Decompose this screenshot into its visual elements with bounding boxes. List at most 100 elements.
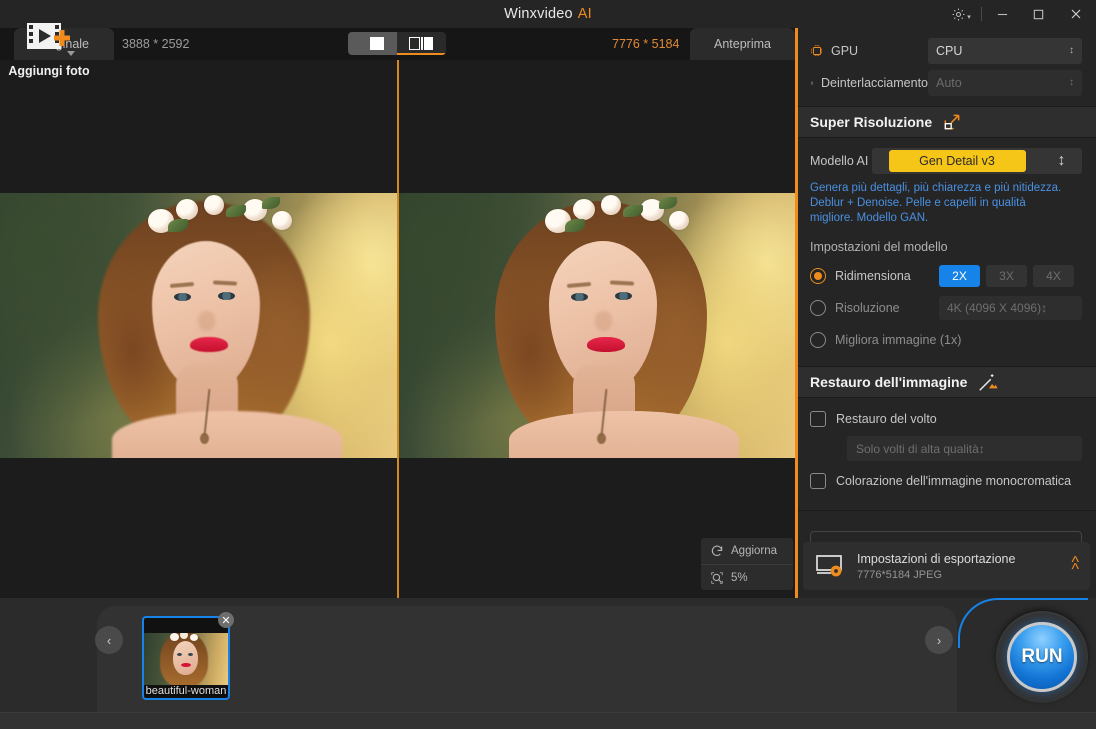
thumbnail-item[interactable]: beautiful-woman	[142, 616, 230, 700]
ai-model-row: Modello AI Gen Detail v3 ↕	[796, 148, 1096, 174]
lips-shape	[587, 337, 625, 352]
export-text-group: Impostazioni di esportazione 7776*5184 J…	[857, 552, 1015, 581]
colorize-row[interactable]: Colorazione dell'immagine monocromatica	[796, 466, 1096, 496]
zoom-level-label: 5%	[731, 572, 748, 584]
view-mode-toggle	[348, 32, 446, 55]
model-settings-label: Impostazioni del modello	[796, 226, 1096, 260]
scale-2x-button[interactable]: 2X	[939, 265, 980, 287]
chevron-updown-icon: ↕	[1058, 152, 1066, 170]
nose-shape	[198, 311, 215, 331]
colorize-label: Colorazione dell'immagine monocromatica	[836, 474, 1071, 488]
face-quality-value: Solo volti di alta qualità	[856, 442, 979, 456]
flower-icon	[272, 211, 292, 230]
checkbox-colorize[interactable]	[810, 473, 826, 489]
original-dimensions: 3888 * 2592	[122, 28, 189, 60]
refresh-button[interactable]: Aggiorna	[701, 538, 793, 564]
chevron-updown-icon: ↕	[1069, 78, 1074, 88]
resolution-value: 4K (4096 X 4096)	[947, 301, 1041, 315]
app-title-main: Winxvideo	[504, 6, 573, 22]
option-row-resolution[interactable]: Risoluzione 4K (4096 X 4096) ↕	[796, 292, 1096, 324]
app-window: WinxvideoAI ▾ Originale 3888	[0, 0, 1096, 729]
comparison-divider-handle[interactable]	[397, 60, 399, 598]
nose-shape	[595, 311, 612, 331]
export-subtitle: 7776*5184 JPEG	[857, 569, 1015, 581]
close-button[interactable]	[1056, 0, 1096, 28]
title-bar: Winxvideo AI ▾	[0, 0, 1096, 28]
radio-resize[interactable]	[810, 268, 826, 284]
preview-area[interactable]: Aggiorna 5%	[0, 60, 795, 598]
thumbnail-remove-button[interactable]: ✕	[218, 612, 234, 628]
refresh-icon	[710, 544, 724, 558]
image-restoration-header: Restauro dell'immagine	[796, 366, 1096, 398]
export-settings-card[interactable]: Impostazioni di esportazione 7776*5184 J…	[803, 542, 1090, 590]
option-row-enhance[interactable]: Migliora immagine (1x)	[796, 324, 1096, 356]
option-label-resize: Ridimensiona	[835, 269, 930, 283]
preview-image-canvas	[398, 193, 795, 458]
ai-model-label: Modello AI	[810, 154, 872, 168]
sidebar-accent-bar	[795, 28, 798, 598]
gpu-value: CPU	[936, 44, 962, 58]
add-photo-icon	[23, 18, 75, 58]
face-restore-label: Restauro del volto	[836, 412, 937, 426]
scale-3x-button[interactable]: 3X	[986, 265, 1027, 287]
view-mode-single-button[interactable]	[348, 32, 397, 55]
maximize-button[interactable]	[1020, 0, 1056, 28]
leaf-icon	[659, 197, 677, 209]
scale-segmented-control: 2X 3X 4X	[939, 265, 1074, 287]
hardware-section: GPU CPU ↕ Deinterlacciamento Auto	[796, 28, 1096, 106]
deinterlace-select[interactable]: Auto ↕	[928, 70, 1082, 96]
app-title-accent: AI	[578, 6, 592, 22]
chevron-updown-icon: ↕	[979, 442, 985, 456]
super-resolution-header: Super Risoluzione	[796, 106, 1096, 138]
gpu-row: GPU CPU ↕	[810, 38, 1082, 64]
checkbox-face-restore[interactable]	[810, 411, 826, 427]
split-view-icon	[409, 37, 435, 50]
radio-enhance[interactable]	[810, 332, 826, 348]
zoom-icon	[710, 571, 724, 585]
lips-shape	[190, 337, 228, 352]
upscale-icon	[942, 112, 962, 132]
run-button[interactable]: RUN	[1007, 622, 1077, 692]
strip-next-button[interactable]: ›	[925, 626, 953, 654]
zoom-level-button[interactable]: 5%	[701, 564, 793, 590]
settings-sidebar: GPU CPU ↕ Deinterlacciamento Auto	[795, 28, 1096, 598]
preview-dimensions: 7776 * 5184	[612, 28, 679, 60]
minimize-button[interactable]	[984, 0, 1020, 28]
gpu-label-group: GPU	[810, 44, 928, 58]
export-title: Impostazioni di esportazione	[857, 552, 1015, 566]
deinterlace-icon	[810, 76, 814, 90]
face-quality-select[interactable]: Solo volti di alta qualità ↕	[847, 436, 1082, 461]
preview-controls: Aggiorna 5%	[701, 538, 793, 590]
gpu-select[interactable]: CPU ↕	[928, 38, 1082, 64]
deinterlace-label-group: Deinterlacciamento	[810, 76, 928, 90]
add-photo-label: Aggiungi foto	[8, 64, 89, 78]
chevron-updown-icon: ↕	[1041, 301, 1047, 315]
resolution-select[interactable]: 4K (4096 X 4096) ↕	[939, 296, 1082, 320]
flower-icon	[573, 199, 595, 220]
scale-4x-button[interactable]: 4X	[1033, 265, 1074, 287]
flower-icon	[601, 195, 621, 215]
option-label-resolution: Risoluzione	[835, 301, 930, 315]
gear-icon[interactable]: ▾	[943, 0, 979, 28]
view-mode-split-button[interactable]	[397, 32, 446, 55]
face-restore-row[interactable]: Restauro del volto	[796, 404, 1096, 434]
magic-wand-icon	[977, 371, 999, 393]
divider	[981, 7, 982, 21]
ai-model-select[interactable]: Gen Detail v3 ↕	[872, 148, 1082, 174]
original-image-canvas	[0, 193, 398, 458]
radio-resolution[interactable]	[810, 300, 826, 316]
leaf-icon	[262, 197, 280, 209]
run-button-pod: RUN	[996, 611, 1088, 703]
shoulder-shape	[112, 411, 342, 458]
gpu-icon	[810, 44, 824, 58]
tab-preview[interactable]: Anteprima	[690, 28, 795, 60]
deinterlace-label: Deinterlacciamento	[821, 76, 928, 90]
thumbnail-label: beautiful-woman	[144, 685, 228, 697]
single-view-icon	[361, 37, 384, 50]
strip-prev-button[interactable]: ‹	[95, 626, 123, 654]
add-photo-button[interactable]: Aggiungi foto	[8, 18, 90, 78]
chevron-up-double-icon[interactable]: ^^	[1071, 555, 1079, 578]
eye-left	[571, 293, 588, 301]
ai-model-description: Genera più dettagli, più chiarezza e più…	[796, 174, 1081, 226]
option-row-resize[interactable]: Ridimensiona 2X 3X 4X	[796, 260, 1096, 292]
